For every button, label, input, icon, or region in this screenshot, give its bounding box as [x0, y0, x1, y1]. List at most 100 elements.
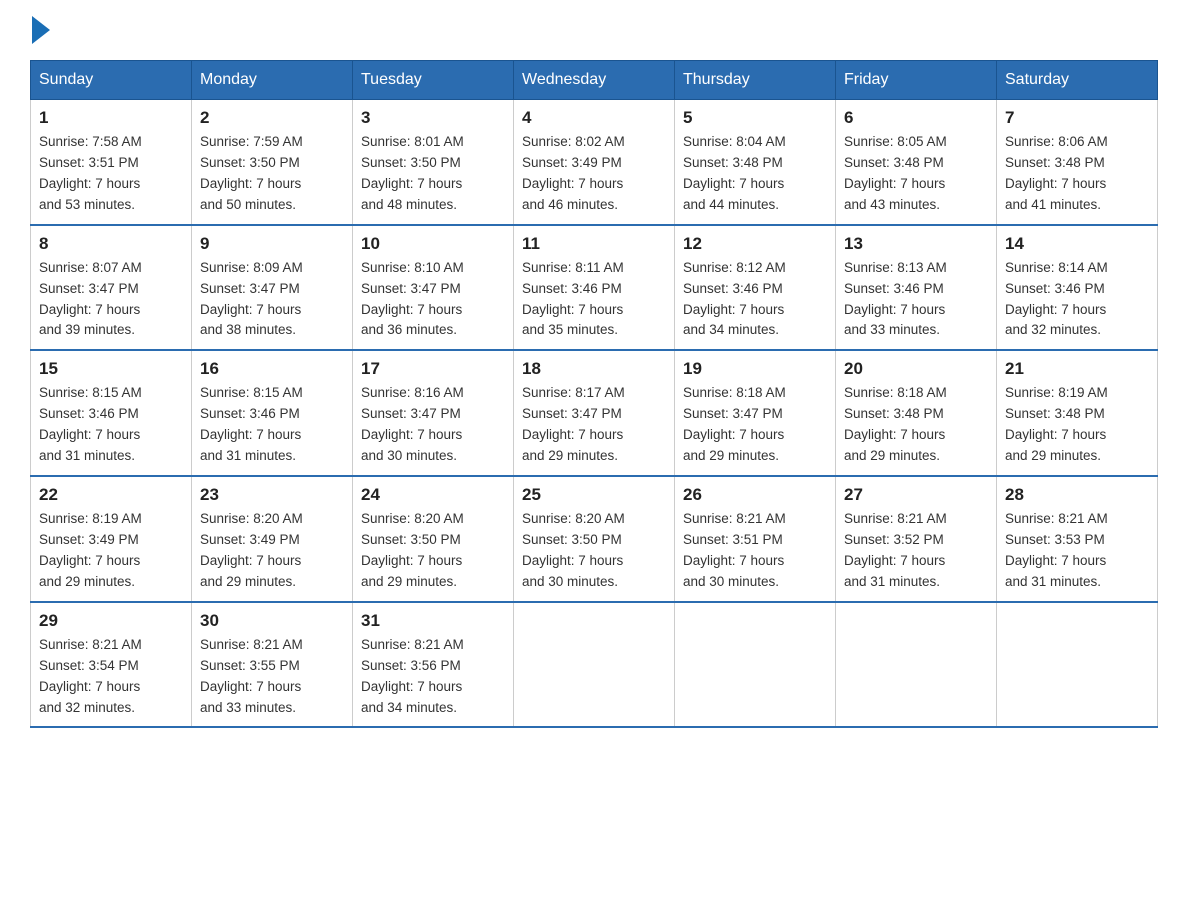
- calendar-cell: 29Sunrise: 8:21 AMSunset: 3:54 PMDayligh…: [31, 602, 192, 728]
- day-info: Sunrise: 7:58 AMSunset: 3:51 PMDaylight:…: [39, 132, 183, 216]
- calendar-cell: 24Sunrise: 8:20 AMSunset: 3:50 PMDayligh…: [353, 476, 514, 602]
- day-info: Sunrise: 8:01 AMSunset: 3:50 PMDaylight:…: [361, 132, 505, 216]
- day-info: Sunrise: 8:11 AMSunset: 3:46 PMDaylight:…: [522, 258, 666, 342]
- day-number: 4: [522, 108, 666, 128]
- day-info: Sunrise: 8:18 AMSunset: 3:48 PMDaylight:…: [844, 383, 988, 467]
- column-header-sunday: Sunday: [31, 61, 192, 100]
- day-number: 26: [683, 485, 827, 505]
- day-number: 20: [844, 359, 988, 379]
- calendar-cell: 9 Sunrise: 8:09 AMSunset: 3:47 PMDaylight…: [192, 225, 353, 351]
- day-info: Sunrise: 8:21 AMSunset: 3:53 PMDaylight:…: [1005, 509, 1149, 593]
- day-info: Sunrise: 8:07 AMSunset: 3:47 PMDaylight:…: [39, 258, 183, 342]
- day-number: 24: [361, 485, 505, 505]
- calendar-cell: 28 Sunrise: 8:21 AMSunset: 3:53 PMDayligh…: [997, 476, 1158, 602]
- logo-general: [30, 20, 50, 44]
- day-info: Sunrise: 8:21 AMSunset: 3:56 PMDaylight:…: [361, 635, 505, 719]
- day-info: Sunrise: 8:05 AMSunset: 3:48 PMDaylight:…: [844, 132, 988, 216]
- day-number: 8: [39, 234, 183, 254]
- day-number: 19: [683, 359, 827, 379]
- calendar-cell: 15 Sunrise: 8:15 AMSunset: 3:46 PMDayligh…: [31, 350, 192, 476]
- day-number: 7: [1005, 108, 1149, 128]
- calendar-cell: 13 Sunrise: 8:13 AMSunset: 3:46 PMDayligh…: [836, 225, 997, 351]
- day-number: 18: [522, 359, 666, 379]
- calendar-cell: 6 Sunrise: 8:05 AMSunset: 3:48 PMDaylight…: [836, 100, 997, 225]
- calendar-cell: 27 Sunrise: 8:21 AMSunset: 3:52 PMDayligh…: [836, 476, 997, 602]
- calendar-cell: [997, 602, 1158, 728]
- day-info: Sunrise: 8:15 AMSunset: 3:46 PMDaylight:…: [200, 383, 344, 467]
- day-info: Sunrise: 8:20 AMSunset: 3:49 PMDaylight:…: [200, 509, 344, 593]
- calendar-cell: 30 Sunrise: 8:21 AMSunset: 3:55 PMDayligh…: [192, 602, 353, 728]
- day-number: 28: [1005, 485, 1149, 505]
- day-info: Sunrise: 8:21 AMSunset: 3:54 PMDaylight:…: [39, 635, 183, 719]
- day-info: Sunrise: 8:13 AMSunset: 3:46 PMDaylight:…: [844, 258, 988, 342]
- day-number: 31: [361, 611, 505, 631]
- calendar-cell: 22 Sunrise: 8:19 AMSunset: 3:49 PMDayligh…: [31, 476, 192, 602]
- calendar-cell: [836, 602, 997, 728]
- day-info: Sunrise: 8:17 AMSunset: 3:47 PMDaylight:…: [522, 383, 666, 467]
- day-number: 5: [683, 108, 827, 128]
- day-number: 27: [844, 485, 988, 505]
- page-header: [30, 20, 1158, 44]
- day-number: 6: [844, 108, 988, 128]
- day-number: 30: [200, 611, 344, 631]
- calendar-cell: 3 Sunrise: 8:01 AMSunset: 3:50 PMDaylight…: [353, 100, 514, 225]
- day-info: Sunrise: 8:04 AMSunset: 3:48 PMDaylight:…: [683, 132, 827, 216]
- day-info: Sunrise: 8:21 AMSunset: 3:52 PMDaylight:…: [844, 509, 988, 593]
- calendar-cell: [675, 602, 836, 728]
- day-info: Sunrise: 8:09 AMSunset: 3:47 PMDaylight:…: [200, 258, 344, 342]
- day-number: 10: [361, 234, 505, 254]
- calendar-cell: [514, 602, 675, 728]
- column-header-monday: Monday: [192, 61, 353, 100]
- calendar-week-row: 1Sunrise: 7:58 AMSunset: 3:51 PMDaylight…: [31, 100, 1158, 225]
- day-info: Sunrise: 8:02 AMSunset: 3:49 PMDaylight:…: [522, 132, 666, 216]
- column-header-wednesday: Wednesday: [514, 61, 675, 100]
- calendar-cell: 26 Sunrise: 8:21 AMSunset: 3:51 PMDayligh…: [675, 476, 836, 602]
- day-info: Sunrise: 8:06 AMSunset: 3:48 PMDaylight:…: [1005, 132, 1149, 216]
- day-number: 21: [1005, 359, 1149, 379]
- calendar-cell: 23 Sunrise: 8:20 AMSunset: 3:49 PMDayligh…: [192, 476, 353, 602]
- day-number: 12: [683, 234, 827, 254]
- calendar-cell: 4 Sunrise: 8:02 AMSunset: 3:49 PMDaylight…: [514, 100, 675, 225]
- day-number: 25: [522, 485, 666, 505]
- calendar-cell: 7 Sunrise: 8:06 AMSunset: 3:48 PMDaylight…: [997, 100, 1158, 225]
- day-info: Sunrise: 8:14 AMSunset: 3:46 PMDaylight:…: [1005, 258, 1149, 342]
- day-number: 22: [39, 485, 183, 505]
- day-number: 11: [522, 234, 666, 254]
- calendar-cell: 16Sunrise: 8:15 AMSunset: 3:46 PMDayligh…: [192, 350, 353, 476]
- column-header-friday: Friday: [836, 61, 997, 100]
- column-header-saturday: Saturday: [997, 61, 1158, 100]
- calendar-cell: 11 Sunrise: 8:11 AMSunset: 3:46 PMDayligh…: [514, 225, 675, 351]
- calendar-week-row: 22 Sunrise: 8:19 AMSunset: 3:49 PMDayligh…: [31, 476, 1158, 602]
- day-number: 3: [361, 108, 505, 128]
- day-number: 2: [200, 108, 344, 128]
- day-info: Sunrise: 8:21 AMSunset: 3:51 PMDaylight:…: [683, 509, 827, 593]
- calendar-cell: 8 Sunrise: 8:07 AMSunset: 3:47 PMDaylight…: [31, 225, 192, 351]
- calendar-cell: 31 Sunrise: 8:21 AMSunset: 3:56 PMDayligh…: [353, 602, 514, 728]
- day-info: Sunrise: 7:59 AMSunset: 3:50 PMDaylight:…: [200, 132, 344, 216]
- day-info: Sunrise: 8:19 AMSunset: 3:49 PMDaylight:…: [39, 509, 183, 593]
- calendar-cell: 1Sunrise: 7:58 AMSunset: 3:51 PMDaylight…: [31, 100, 192, 225]
- day-number: 9: [200, 234, 344, 254]
- day-number: 23: [200, 485, 344, 505]
- column-header-thursday: Thursday: [675, 61, 836, 100]
- calendar-cell: 14Sunrise: 8:14 AMSunset: 3:46 PMDayligh…: [997, 225, 1158, 351]
- day-number: 15: [39, 359, 183, 379]
- day-info: Sunrise: 8:16 AMSunset: 3:47 PMDaylight:…: [361, 383, 505, 467]
- calendar-cell: 20 Sunrise: 8:18 AMSunset: 3:48 PMDayligh…: [836, 350, 997, 476]
- day-info: Sunrise: 8:18 AMSunset: 3:47 PMDaylight:…: [683, 383, 827, 467]
- day-info: Sunrise: 8:15 AMSunset: 3:46 PMDaylight:…: [39, 383, 183, 467]
- column-header-tuesday: Tuesday: [353, 61, 514, 100]
- calendar-cell: 5 Sunrise: 8:04 AMSunset: 3:48 PMDaylight…: [675, 100, 836, 225]
- day-info: Sunrise: 8:21 AMSunset: 3:55 PMDaylight:…: [200, 635, 344, 719]
- logo-arrow-icon: [32, 16, 50, 44]
- calendar-cell: 10 Sunrise: 8:10 AMSunset: 3:47 PMDayligh…: [353, 225, 514, 351]
- calendar-cell: 12Sunrise: 8:12 AMSunset: 3:46 PMDayligh…: [675, 225, 836, 351]
- calendar-cell: 2 Sunrise: 7:59 AMSunset: 3:50 PMDaylight…: [192, 100, 353, 225]
- day-number: 17: [361, 359, 505, 379]
- calendar-cell: 21Sunrise: 8:19 AMSunset: 3:48 PMDayligh…: [997, 350, 1158, 476]
- day-info: Sunrise: 8:10 AMSunset: 3:47 PMDaylight:…: [361, 258, 505, 342]
- calendar-week-row: 29Sunrise: 8:21 AMSunset: 3:54 PMDayligh…: [31, 602, 1158, 728]
- day-number: 13: [844, 234, 988, 254]
- calendar-table: SundayMondayTuesdayWednesdayThursdayFrid…: [30, 60, 1158, 728]
- logo: [30, 20, 50, 44]
